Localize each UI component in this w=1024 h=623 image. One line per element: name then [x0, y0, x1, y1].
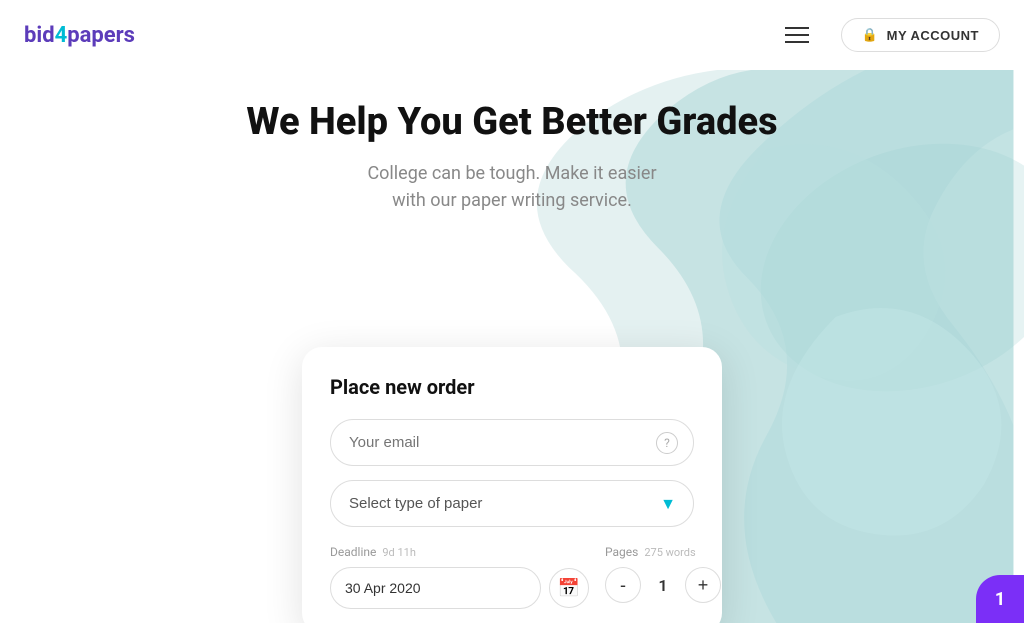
hamburger-line-1: [785, 27, 809, 29]
logo-bid: bid: [24, 23, 55, 48]
logo[interactable]: bid 4 papers: [24, 23, 135, 48]
deadline-input-row: 📅: [330, 567, 589, 609]
order-card-title: Place new order: [330, 375, 694, 399]
header: bid 4 papers 🔒 MY ACCOUNT: [0, 0, 1024, 70]
hamburger-line-3: [785, 41, 809, 43]
hero-subtitle-line2: with our paper writing service.: [392, 190, 632, 211]
my-account-button[interactable]: 🔒 MY ACCOUNT: [841, 18, 1000, 52]
minus-icon: -: [620, 575, 626, 596]
email-input[interactable]: [330, 419, 694, 466]
pages-section: Pages 275 words - 1 +: [605, 545, 721, 603]
calendar-button[interactable]: 📅: [549, 568, 589, 608]
pages-label-text: Pages: [605, 545, 638, 559]
deadline-pages-row: Deadline 9d 11h 📅 Pages 275 words: [330, 545, 694, 609]
pages-counter: - 1 +: [605, 567, 721, 603]
header-right: 🔒 MY ACCOUNT: [785, 18, 1000, 52]
words-hint: 275 words: [644, 546, 695, 559]
purple-circle-badge[interactable]: 1: [976, 575, 1024, 623]
plus-icon: +: [698, 575, 709, 596]
hero-subtitle: College can be tough. Make it easier wit…: [0, 160, 1024, 214]
help-icon-label: ?: [664, 436, 670, 450]
paper-type-select[interactable]: Select type of paper Essay Research Pape…: [330, 480, 694, 527]
lock-icon: 🔒: [862, 27, 879, 43]
deadline-label: Deadline 9d 11h: [330, 545, 589, 559]
email-input-wrapper: ?: [330, 419, 694, 466]
purple-circle-value: 1: [995, 589, 1005, 610]
paper-type-wrapper: Select type of paper Essay Research Pape…: [330, 480, 694, 527]
hero-content: We Help You Get Better Grades College ca…: [0, 100, 1024, 214]
calendar-icon: 📅: [558, 578, 580, 599]
hamburger-line-2: [785, 34, 809, 36]
logo-4: 4: [55, 23, 68, 48]
pages-label: Pages 275 words: [605, 545, 721, 559]
hero-title: We Help You Get Better Grades: [0, 100, 1024, 144]
deadline-input[interactable]: [330, 567, 541, 609]
help-icon[interactable]: ?: [656, 432, 678, 454]
deadline-section: Deadline 9d 11h 📅: [330, 545, 589, 609]
pages-plus-button[interactable]: +: [685, 567, 721, 603]
pages-minus-button[interactable]: -: [605, 567, 641, 603]
hero-section: We Help You Get Better Grades College ca…: [0, 70, 1024, 623]
pages-count-value: 1: [651, 576, 675, 595]
order-card: Place new order ? Select type of paper E…: [302, 347, 722, 623]
hamburger-menu[interactable]: [785, 27, 809, 43]
hero-subtitle-line1: College can be tough. Make it easier: [367, 163, 656, 184]
my-account-label: MY ACCOUNT: [887, 28, 979, 43]
deadline-label-text: Deadline: [330, 545, 376, 559]
logo-papers: papers: [67, 23, 135, 48]
deadline-time-hint: 9d 11h: [382, 546, 416, 559]
